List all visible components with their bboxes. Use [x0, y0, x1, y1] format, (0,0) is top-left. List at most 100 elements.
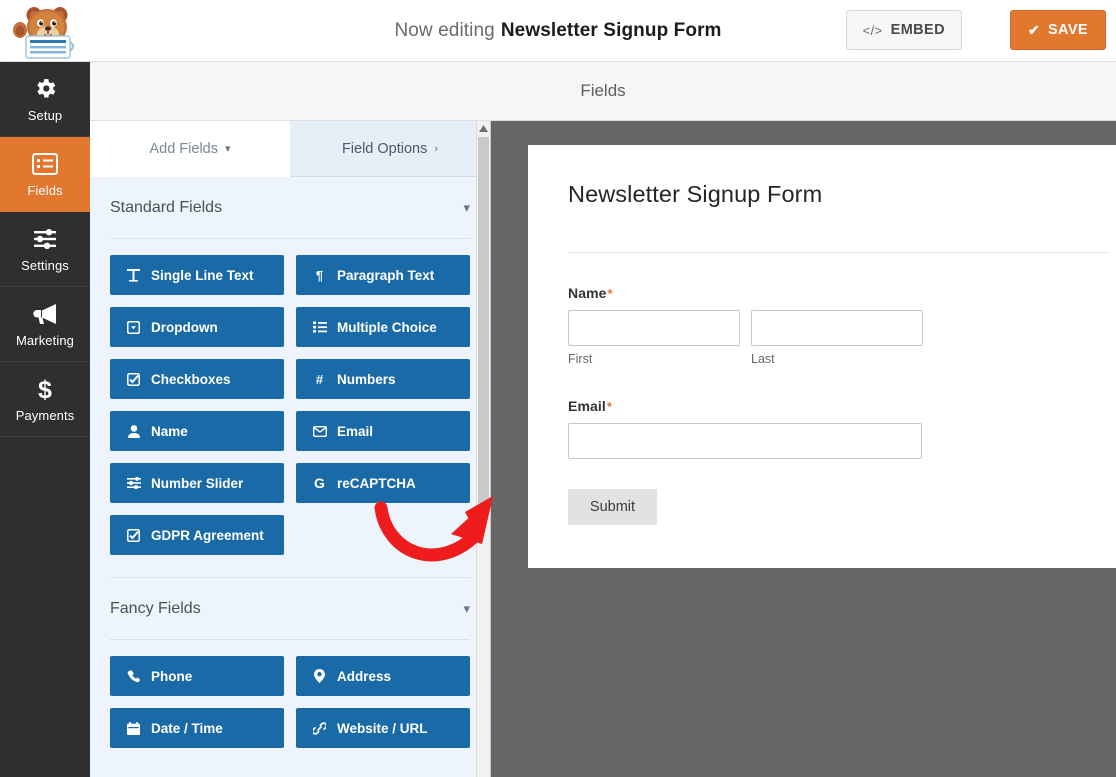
- name-first-input[interactable]: [568, 310, 740, 346]
- field-button-number-slider[interactable]: Number Slider: [110, 463, 284, 503]
- field-label-text: Email: [568, 398, 606, 414]
- embed-button[interactable]: </> EMBED: [845, 10, 962, 50]
- name-last-col: Last: [751, 310, 923, 366]
- field-button-name[interactable]: Name: [110, 411, 284, 451]
- chevron-down-icon: ▾: [463, 199, 470, 215]
- calendar-icon: [126, 721, 141, 735]
- field-button-label: Single Line Text: [151, 267, 254, 283]
- field-button-recaptcha[interactable]: G reCAPTCHA: [296, 463, 470, 503]
- paragraph-icon: ¶: [315, 267, 324, 283]
- field-button-label: Paragraph Text: [337, 267, 435, 283]
- sidebar-item-settings[interactable]: Settings: [0, 212, 90, 287]
- name-last-input[interactable]: [751, 310, 923, 346]
- field-button-label: Phone: [151, 668, 193, 684]
- submit-button[interactable]: Submit: [568, 489, 657, 525]
- scroll-up-arrow-icon[interactable]: [477, 121, 490, 135]
- field-button-address[interactable]: Address: [296, 656, 470, 696]
- fancy-fields-grid: Phone Address Date / Time Website / URL: [110, 640, 470, 748]
- form-preview-area: Newsletter Signup Form Name* First Last: [490, 121, 1116, 777]
- save-button[interactable]: ✔ SAVE: [1009, 10, 1106, 50]
- standard-fields-grid: Single Line Text ¶ Paragraph Text Dropdo…: [110, 239, 470, 555]
- field-button-dropdown[interactable]: Dropdown: [110, 307, 284, 347]
- check-icon: ✔: [1027, 21, 1040, 38]
- sliders-icon: [32, 225, 58, 252]
- sidebar-item-marketing-label: Marketing: [16, 333, 74, 348]
- hash-icon: #: [315, 371, 324, 387]
- sidebar-item-payments-label: Payments: [15, 408, 75, 423]
- panel-header: Fields: [90, 62, 1116, 121]
- field-button-email[interactable]: Email: [296, 411, 470, 451]
- section-fancy-fields[interactable]: Fancy Fields ▾: [110, 578, 470, 640]
- section-standard-fields[interactable]: Standard Fields ▾: [110, 177, 470, 239]
- chevron-down-icon: ▾: [224, 143, 231, 155]
- sidebar-item-fields[interactable]: Fields: [0, 137, 90, 212]
- field-button-phone[interactable]: Phone: [110, 656, 284, 696]
- preview-field-email[interactable]: Email*: [568, 398, 1108, 459]
- link-icon: [312, 721, 327, 735]
- page-title: Fields: [580, 81, 626, 100]
- name-last-sublabel: Last: [751, 352, 775, 366]
- field-button-label: Dropdown: [151, 319, 218, 335]
- text-icon: [126, 268, 141, 282]
- megaphone-icon: [32, 300, 59, 327]
- field-button-label: Name: [151, 423, 188, 439]
- radio-list-icon: [312, 321, 327, 333]
- field-label-text: Name: [568, 285, 607, 301]
- field-button-numbers[interactable]: # Numbers: [296, 359, 470, 399]
- field-button-checkboxes[interactable]: Checkboxes: [110, 359, 284, 399]
- sidebar-item-marketing[interactable]: Marketing: [0, 287, 90, 362]
- sullie-mascot-icon: [13, 7, 75, 59]
- google-g-icon: G: [314, 475, 325, 491]
- email-input[interactable]: [568, 423, 922, 459]
- preview-field-name[interactable]: Name* First Last: [568, 285, 1108, 366]
- form-card: Newsletter Signup Form Name* First Last: [528, 145, 1116, 568]
- user-icon: [126, 424, 141, 438]
- name-first-col: First: [568, 310, 740, 366]
- scrollbar-thumb[interactable]: [478, 137, 489, 507]
- tab-add-fields[interactable]: Add Fields ▾: [90, 121, 290, 177]
- required-marker: *: [607, 286, 613, 301]
- field-button-multiple-choice[interactable]: Multiple Choice: [296, 307, 470, 347]
- fields-panel-scrollbar[interactable]: [476, 121, 490, 777]
- field-button-label: Website / URL: [337, 720, 428, 736]
- dropdown-icon: [126, 320, 141, 334]
- tab-field-options[interactable]: Field Options ›: [290, 121, 490, 177]
- tab-field-options-label: Field Options: [341, 140, 428, 157]
- field-button-label: Address: [337, 668, 392, 684]
- field-button-label: GDPR Agreement: [151, 527, 264, 543]
- field-button-gdpr-agreement[interactable]: GDPR Agreement: [110, 515, 284, 555]
- add-fields-panel: Add Fields ▾ Field Options › Standard Fi…: [90, 121, 490, 777]
- field-button-label: Checkboxes: [151, 371, 231, 387]
- field-button-website-url[interactable]: Website / URL: [296, 708, 470, 748]
- panel-tabs: Add Fields ▾ Field Options ›: [90, 121, 490, 177]
- field-button-label: reCAPTCHA: [337, 475, 416, 491]
- field-button-paragraph-text[interactable]: ¶ Paragraph Text: [296, 255, 470, 295]
- sidebar-item-payments[interactable]: $ Payments: [0, 362, 90, 437]
- sidebar-item-setup[interactable]: Setup: [0, 62, 90, 137]
- chevron-right-icon: ›: [434, 142, 439, 155]
- field-button-date-time[interactable]: Date / Time: [110, 708, 284, 748]
- svg-text:$: $: [38, 376, 52, 402]
- section-standard-fields-title: Standard Fields: [110, 198, 223, 216]
- phone-icon: [126, 669, 141, 683]
- title-divider: [568, 252, 1108, 253]
- map-pin-icon: [312, 669, 327, 683]
- name-first-sublabel: First: [568, 352, 593, 366]
- embed-button-label: EMBED: [890, 22, 945, 38]
- sidebar-item-fields-label: Fields: [27, 183, 63, 198]
- field-button-label: Date / Time: [151, 720, 223, 736]
- top-bar: Now editing Newsletter Signup Form </> E…: [0, 0, 1116, 62]
- sidebar-item-setup-label: Setup: [27, 108, 63, 123]
- tab-add-fields-label: Add Fields: [149, 140, 218, 157]
- envelope-icon: [312, 425, 327, 437]
- field-button-single-line-text[interactable]: Single Line Text: [110, 255, 284, 295]
- field-button-label: Email: [337, 423, 374, 439]
- preview-form-title: Newsletter Signup Form: [568, 181, 823, 207]
- checkbox-icon: [126, 528, 141, 542]
- field-button-label: Number Slider: [151, 475, 244, 491]
- wpforms-logo: [8, 2, 86, 60]
- required-marker: *: [606, 399, 613, 414]
- now-editing-prefix: Now editing: [394, 20, 495, 41]
- section-fancy-fields-title: Fancy Fields: [110, 599, 201, 617]
- name-subfield-row: First Last: [568, 310, 1108, 366]
